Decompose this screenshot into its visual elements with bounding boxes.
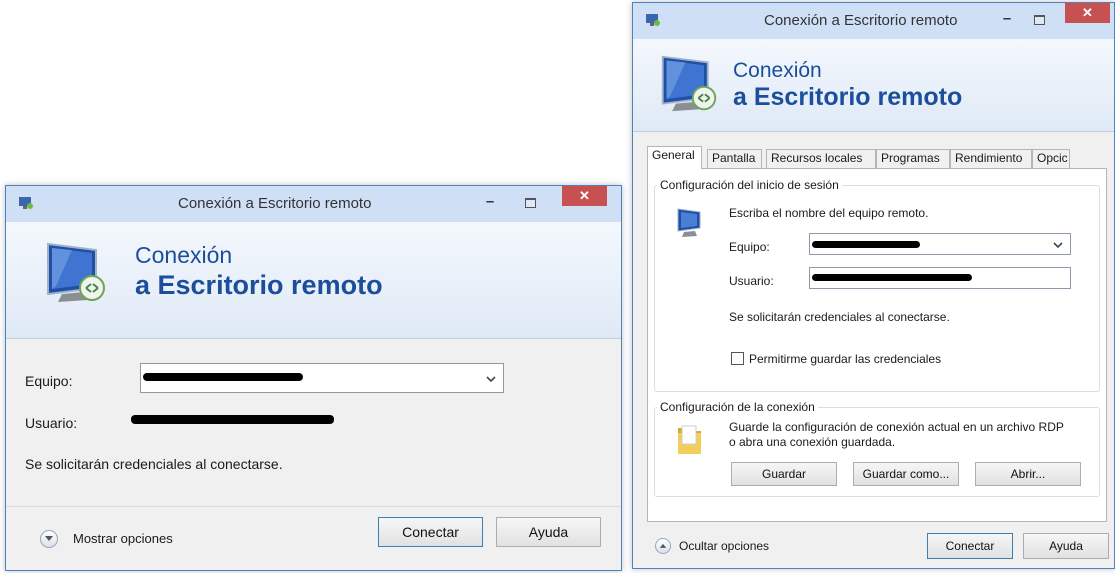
tab-general[interactable]: General	[647, 146, 702, 169]
credentials-note: Se solicitarán credenciales al conectars…	[729, 310, 950, 324]
tab-panel-general: Configuración del inicio de sesión Escri…	[647, 168, 1107, 522]
minimize-button[interactable]: –	[478, 194, 502, 212]
equipo-combobox[interactable]	[140, 363, 504, 393]
connect-button[interactable]: Conectar	[927, 533, 1013, 559]
tab-pantalla[interactable]: Pantalla	[707, 149, 762, 168]
equipo-combobox[interactable]	[809, 233, 1071, 255]
redacted-usuario-value	[131, 415, 334, 424]
save-button[interactable]: Guardar	[731, 462, 837, 486]
title-bar[interactable]: Conexión a Escritorio remoto – ✕	[633, 3, 1114, 39]
app-banner: Conexión a Escritorio remoto	[633, 39, 1114, 132]
rdp-window-collapsed: Conexión a Escritorio remoto – ✕ Conexió…	[5, 185, 622, 571]
redacted-equipo-value	[143, 373, 303, 381]
minimize-button[interactable]: –	[995, 11, 1019, 29]
open-button[interactable]: Abrir...	[975, 462, 1081, 486]
usuario-input[interactable]	[809, 267, 1071, 289]
banner-line-2: a Escritorio remoto	[135, 270, 383, 300]
save-as-button[interactable]: Guardar como...	[853, 462, 959, 486]
banner-line-2: a Escritorio remoto	[733, 83, 963, 111]
title-bar[interactable]: Conexión a Escritorio remoto – ✕	[6, 186, 621, 222]
computer-icon	[677, 208, 701, 237]
window-title: Conexión a Escritorio remoto	[178, 195, 372, 212]
window-title: Conexión a Escritorio remoto	[764, 12, 958, 29]
folder-icon	[678, 425, 701, 454]
chevron-down-icon	[45, 536, 53, 541]
rdp-app-icon	[19, 197, 33, 209]
login-hint: Escriba el nombre del equipo remoto.	[729, 206, 929, 220]
tab-opciones[interactable]: Opcic	[1032, 149, 1070, 168]
connection-description: Guarde la configuración de conexión actu…	[729, 420, 1064, 449]
chevron-up-icon	[659, 543, 667, 548]
login-settings-group: Configuración del inicio de sesión Escri…	[654, 178, 1100, 392]
connect-button[interactable]: Conectar	[378, 517, 483, 547]
rdp-window-expanded: Conexión a Escritorio remoto – ✕ Conexió…	[632, 2, 1115, 569]
hide-options-toggle[interactable]	[655, 538, 671, 554]
app-banner: Conexión a Escritorio remoto	[6, 222, 621, 339]
usuario-label: Usuario:	[729, 274, 774, 288]
save-credentials-checkbox[interactable]	[731, 352, 744, 365]
help-button[interactable]: Ayuda	[1023, 533, 1109, 559]
close-button[interactable]: ✕	[1065, 3, 1110, 23]
connection-settings-group: Configuración de la conexión Guarde la c…	[654, 400, 1100, 497]
credentials-note: Se solicitarán credenciales al conectars…	[25, 456, 283, 472]
usuario-label: Usuario:	[25, 415, 78, 431]
close-button[interactable]: ✕	[562, 186, 607, 206]
help-button[interactable]: Ayuda	[496, 517, 601, 547]
save-credentials-label[interactable]: Permitirme guardar las credenciales	[749, 352, 941, 366]
tab-recursos-locales[interactable]: Recursos locales	[766, 149, 876, 168]
banner-line-1: Conexión	[733, 59, 822, 82]
maximize-button[interactable]	[518, 194, 542, 212]
maximize-button[interactable]	[1027, 11, 1051, 29]
tab-programas[interactable]: Programas	[876, 149, 950, 168]
redacted-equipo-value	[812, 241, 920, 248]
login-group-title: Configuración del inicio de sesión	[657, 178, 842, 192]
chevron-down-icon[interactable]	[1051, 238, 1065, 252]
show-options-toggle[interactable]	[40, 530, 58, 548]
rdp-app-icon	[646, 14, 660, 26]
show-options-label[interactable]: Mostrar opciones	[73, 531, 173, 546]
equipo-label: Equipo:	[729, 240, 770, 254]
monitor-remote-icon	[661, 55, 717, 112]
hide-options-label[interactable]: Ocultar opciones	[679, 539, 769, 553]
chevron-down-icon[interactable]	[484, 372, 498, 386]
redacted-usuario-value	[812, 274, 972, 281]
monitor-remote-icon	[47, 242, 105, 302]
equipo-label: Equipo:	[25, 373, 73, 389]
connection-group-title: Configuración de la conexión	[657, 400, 818, 414]
banner-line-1: Conexión	[135, 242, 233, 268]
tab-rendimiento[interactable]: Rendimiento	[950, 149, 1032, 168]
